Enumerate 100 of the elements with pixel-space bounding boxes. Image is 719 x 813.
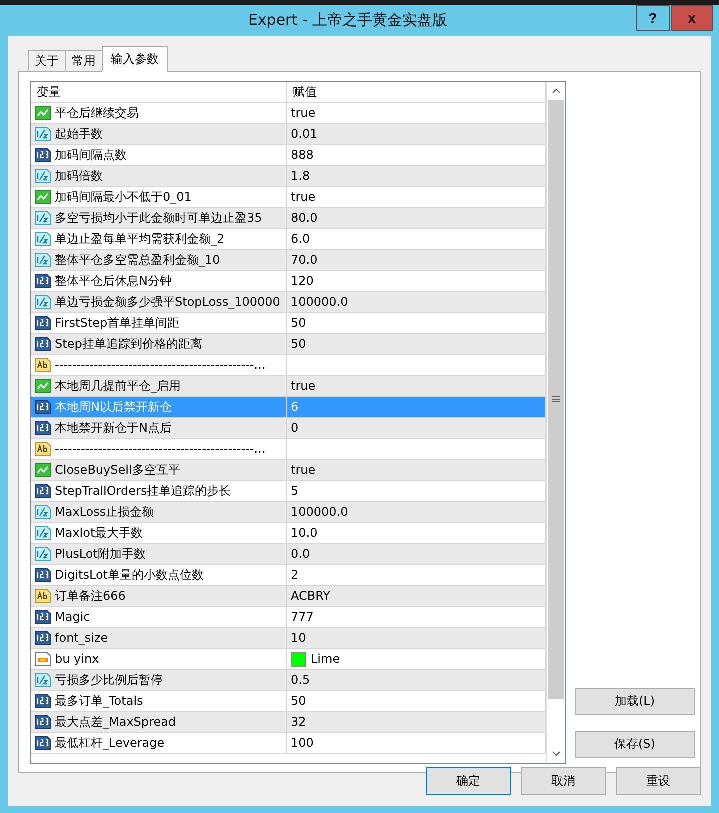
tab[interactable]: 关于 <box>28 50 66 72</box>
number-icon <box>35 400 51 414</box>
parameter-name: 整体平仓多空需总盈利金额_10 <box>55 252 220 268</box>
parameter-name: 本地禁开新仓于N点后 <box>55 420 172 436</box>
fraction-icon <box>35 526 51 540</box>
parameter-value: 10.0 <box>291 526 318 540</box>
parameter-value: 2 <box>291 568 299 582</box>
scroll-down-button[interactable] <box>547 745 565 763</box>
parameter-name: 加码间隔点数 <box>55 146 127 164</box>
cancel-button[interactable]: 取消 <box>521 767 606 795</box>
parameter-row[interactable]: CloseBuySell多空互平 true <box>31 460 546 481</box>
parameter-name: 整体平仓后休息N分钟 <box>55 272 172 290</box>
parameter-row[interactable]: 订单备注666 ACBRY <box>31 586 546 607</box>
parameter-value: 100 <box>291 736 314 750</box>
parameter-row[interactable]: 起始手数 0.01 <box>31 124 546 145</box>
parameter-value: 888 <box>291 148 314 162</box>
number-icon <box>35 610 51 624</box>
number-icon <box>35 568 51 582</box>
parameter-value: 50 <box>291 337 306 351</box>
parameter-value: true <box>291 190 316 204</box>
parameter-name: StepTrallOrders挂单追踪的步长 <box>55 482 232 500</box>
parameter-name: 亏损多少比例后暂停 <box>55 672 163 688</box>
parameter-value: 100000.0 <box>291 505 348 519</box>
fraction-icon <box>35 295 51 309</box>
number-icon <box>35 631 51 645</box>
number-icon <box>35 274 51 288</box>
parameter-name: Magic <box>55 610 90 624</box>
parameter-row[interactable]: font_size 10 <box>31 628 546 649</box>
parameter-value: true <box>291 106 316 120</box>
parameter-name: 单边亏损金额多少强平StopLoss_100000 <box>55 294 280 310</box>
parameter-value: 70.0 <box>291 253 318 267</box>
text-icon <box>35 442 51 456</box>
parameter-value: 50 <box>291 694 306 708</box>
parameter-name: 本地周几提前平仓_启用 <box>55 378 181 394</box>
parameter-value: 32 <box>291 715 306 729</box>
parameter-row[interactable]: 本地禁开新仓于N点后 0 <box>31 418 546 439</box>
column-header[interactable]: 赋值 <box>287 82 546 103</box>
parameter-name: PlusLot附加手数 <box>55 546 146 562</box>
scrollbar-thumb[interactable] <box>548 100 564 699</box>
parameter-value: 5 <box>291 484 299 498</box>
fraction-icon <box>35 253 51 267</box>
parameter-name: CloseBuySell多空互平 <box>55 462 180 478</box>
parameter-row[interactable]: 本地周几提前平仓_启用 true <box>31 376 546 397</box>
scroll-up-button[interactable] <box>547 82 565 100</box>
parameter-name: 单边止盈每单平均需获利金额_2 <box>55 230 225 248</box>
number-icon <box>35 337 51 351</box>
ok-button[interactable]: 确定 <box>426 767 511 795</box>
parameter-row[interactable]: 多空亏损均小于此金额时可单边止盈35 80.0 <box>31 208 546 229</box>
parameter-value: 777 <box>291 610 314 624</box>
parameter-row[interactable]: 亏损多少比例后暂停 0.5 <box>31 670 546 691</box>
parameter-name: MaxLoss止损金额 <box>55 504 154 520</box>
text-icon <box>35 358 51 372</box>
parameter-value: 6.0 <box>291 232 310 246</box>
fraction-icon <box>35 547 51 561</box>
parameter-row[interactable]: 最大点差_MaxSpread 32 <box>31 712 546 733</box>
parameter-name: 平仓后继续交易 <box>55 104 139 122</box>
parameter-row[interactable]: 最低杠杆_Leverage 100 <box>31 733 546 754</box>
parameter-name: Maxlot最大手数 <box>55 524 144 542</box>
parameter-row[interactable]: 整体平仓多空需总盈利金额_10 70.0 <box>31 250 546 271</box>
reset-button[interactable]: 重设 <box>616 767 701 795</box>
fraction-icon <box>35 211 51 225</box>
parameter-name: 多空亏损均小于此金额时可单边止盈35 <box>55 210 262 226</box>
parameter-name: 最多订单_Totals <box>55 692 144 710</box>
parameter-name: DigitsLot单量的小数点位数 <box>55 566 204 584</box>
parameter-name: 起始手数 <box>55 126 103 142</box>
parameter-row[interactable]: 加码倍数 1.8 <box>31 166 546 187</box>
number-icon <box>35 715 51 729</box>
load-button[interactable]: 加载(L) <box>575 688 695 715</box>
parameter-name: 最大点差_MaxSpread <box>55 714 176 730</box>
parameter-value: 80.0 <box>291 211 318 225</box>
parameter-row[interactable]: MaxLoss止损金额 100000.0 <box>31 502 546 523</box>
number-icon <box>35 694 51 708</box>
tab[interactable]: 输入参数 <box>102 46 168 72</box>
number-icon <box>35 421 51 435</box>
parameter-value: Lime <box>311 652 340 666</box>
parameter-row[interactable]: 单边亏损金额多少强平StopLoss_100000 100000.0 <box>31 292 546 313</box>
parameter-value: 0.01 <box>291 127 318 141</box>
parameter-value: 120 <box>291 274 314 288</box>
parameter-value: 0.5 <box>291 673 310 687</box>
close-button[interactable]: x <box>671 5 713 31</box>
window-title: Expert - 上帝之手黄金实盘版 <box>247 11 449 30</box>
parameter-value: 1.8 <box>291 169 310 183</box>
parameter-value: true <box>291 379 316 393</box>
column-header[interactable]: 变量 <box>31 82 287 103</box>
parameter-name: FirstStep首单挂单间距 <box>55 314 180 332</box>
parameter-row[interactable]: Step挂单追踪到价格的距离 50 <box>31 334 546 355</box>
parameter-name: font_size <box>55 631 108 645</box>
parameter-name: 订单备注666 <box>55 588 126 604</box>
number-icon <box>35 148 51 162</box>
parameter-value: true <box>291 463 316 477</box>
parameter-name: Step挂单追踪到价格的距离 <box>55 336 202 352</box>
fraction-icon <box>35 169 51 183</box>
parameter-value: 0.0 <box>291 547 310 561</box>
parameter-value: 10 <box>291 631 306 645</box>
color-icon <box>35 652 51 666</box>
save-button[interactable]: 保存(S) <box>575 731 695 758</box>
parameter-row[interactable]: PlusLot附加手数 0.0 <box>31 544 546 565</box>
fraction-icon <box>35 127 51 141</box>
text-icon <box>35 589 51 603</box>
help-button[interactable]: ? <box>636 5 670 31</box>
